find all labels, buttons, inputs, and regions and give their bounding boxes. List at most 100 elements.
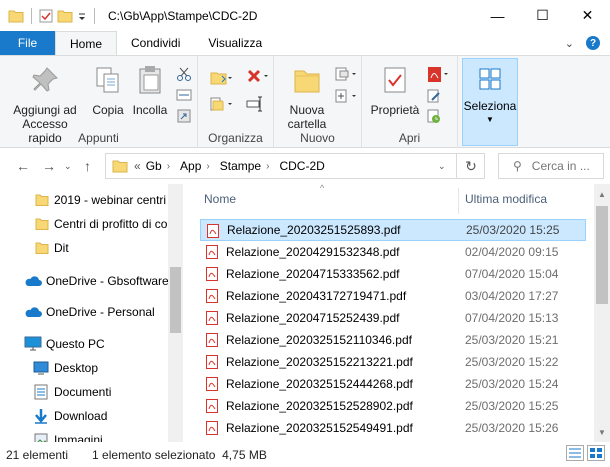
new-folder-icon[interactable] [57, 9, 73, 23]
title-bar: C:\Gb\App\Stampe\CDC-2D — ☐ ✕ [0, 0, 610, 31]
recent-locations-chevron-icon[interactable]: ⌄ [64, 161, 72, 172]
pdf-file-icon [206, 377, 218, 391]
tab-home[interactable]: Home [55, 31, 118, 55]
pdf-file-icon [206, 333, 218, 347]
tab-file[interactable]: File [0, 31, 55, 55]
minimize-button[interactable]: — [475, 0, 520, 31]
paste-shortcut-icon[interactable] [176, 108, 192, 124]
paste-button[interactable]: Incolla [130, 64, 170, 117]
nav-item-onedrive-gbsoftware[interactable]: OneDrive - Gbsoftware [0, 270, 168, 292]
ribbon-tabs: File Home Condividi Visualizza ⌄ ? [0, 31, 610, 55]
breadcrumb-cdc-2d[interactable]: CDC-2D [279, 159, 324, 173]
nav-label: Documenti [54, 385, 112, 399]
pdf-open-icon[interactable] [426, 66, 450, 84]
tab-visualizza[interactable]: Visualizza [194, 31, 276, 55]
details-view-button[interactable] [566, 445, 584, 461]
search-placeholder: Cerca in ... [531, 159, 590, 173]
file-row[interactable]: Relazione_202032515244426​8.pdf 25/03/20… [200, 373, 586, 395]
nav-scrollbar-thumb[interactable] [170, 267, 181, 333]
refresh-button[interactable]: ↻ [456, 153, 485, 179]
file-row[interactable]: Relazione_20203251525893.pdf 25/03/2020 … [200, 219, 586, 241]
navigation-pane: 2019 - webinar centri Centri di profitto… [0, 184, 183, 442]
search-box[interactable]: ⚲ Cerca in ... [498, 153, 604, 179]
copy-button[interactable]: Copia [88, 64, 128, 117]
easy-access-icon[interactable] [334, 88, 358, 104]
chevron-right-icon[interactable]: › [206, 161, 209, 172]
sort-ascending-icon: ^ [320, 184, 325, 193]
file-row[interactable]: Relazione_20204715333562.pdf 07/04/2020 … [200, 263, 586, 285]
breadcrumb-gb[interactable]: Gb [146, 159, 162, 173]
clipboard-icon [139, 66, 161, 94]
edit-icon[interactable] [426, 88, 442, 104]
nav-item-desktop[interactable]: Desktop [0, 357, 168, 379]
maximize-button[interactable]: ☐ [520, 0, 565, 31]
file-name: Relazione_20203251525893.pdf [227, 223, 401, 237]
file-row[interactable]: Relazione_202032515211034​6.pdf 25/03/20… [200, 329, 586, 351]
file-row[interactable]: Relazione_202032515221322​1.pdf 25/03/20… [200, 351, 586, 373]
copy-path-icon[interactable] [176, 88, 192, 102]
delete-icon[interactable] [246, 68, 270, 86]
nav-item-centri-profitto[interactable]: Centri di profitto di co [0, 213, 168, 235]
large-icons-view-button[interactable] [587, 445, 605, 461]
quick-access-toolbar [0, 7, 98, 24]
properties-button[interactable]: Proprietà [368, 64, 422, 117]
nav-item-dit[interactable]: Dit [0, 237, 168, 259]
move-to-icon[interactable] [210, 70, 232, 86]
forward-arrow-icon[interactable]: → [42, 158, 56, 174]
group-appunti: Aggiungi ad Accesso rapido Copia Incolla… [0, 56, 198, 148]
history-icon[interactable] [426, 108, 442, 124]
copy-icon [96, 67, 119, 93]
chevron-right-icon[interactable]: › [266, 161, 269, 172]
group-label-nuovo: Nuovo [300, 131, 335, 145]
help-icon[interactable]: ? [586, 36, 600, 50]
properties-label: Proprietà [370, 103, 420, 117]
column-header-date[interactable]: Ultima modifica [465, 192, 547, 206]
nav-item-onedrive-personal[interactable]: OneDrive - Personal [0, 301, 168, 323]
onedrive-cloud-icon [25, 307, 42, 317]
breadcrumb-overflow[interactable]: « [134, 159, 141, 173]
expand-ribbon-icon[interactable]: ⌄ [565, 37, 574, 50]
pdf-file-icon [206, 289, 218, 303]
pdf-file-icon [206, 267, 218, 281]
up-arrow-icon[interactable]: ↑ [84, 158, 91, 174]
column-header-name[interactable]: Nome [204, 192, 236, 206]
rename-icon[interactable] [246, 96, 264, 112]
copy-label: Copia [92, 103, 124, 117]
breadcrumb-stampe[interactable]: Stampe [220, 159, 261, 173]
copy-to-icon[interactable] [210, 96, 232, 112]
customize-dropdown-icon[interactable] [77, 9, 87, 23]
nav-item-documenti[interactable]: Documenti [0, 381, 168, 403]
scroll-up-icon[interactable]: ▲ [594, 186, 610, 202]
group-seleziona[interactable]: Seleziona ▼ [462, 58, 518, 146]
folder-icon [112, 160, 128, 173]
file-row[interactable]: Relazione_20204291532348.pdf 02/04/2020 … [200, 241, 586, 263]
group-nuovo: Nuova cartella Nuovo [274, 56, 362, 148]
column-divider[interactable] [458, 188, 459, 214]
cut-icon[interactable] [176, 66, 192, 82]
nav-item-questo-pc[interactable]: Questo PC [0, 333, 168, 355]
file-list-scrollbar-thumb[interactable] [596, 206, 608, 304]
nav-label: 2019 - webinar centri [54, 193, 167, 207]
file-row[interactable]: Relazione_202032515254949​1.pdf 25/03/20… [200, 417, 586, 439]
address-bar[interactable]: « Gb › App › Stampe › CDC-2D ⌄ [105, 153, 485, 179]
chevron-right-icon[interactable]: › [167, 161, 170, 172]
file-row[interactable]: Relazione_20204715252439.pdf 07/04/2020 … [200, 307, 586, 329]
address-dropdown-icon[interactable]: ⌄ [438, 161, 446, 172]
scroll-down-icon[interactable]: ▼ [594, 424, 610, 440]
file-list-scrollbar[interactable]: ▲ ▼ [594, 184, 610, 442]
select-grid-icon [479, 68, 501, 90]
new-item-icon[interactable] [334, 66, 358, 82]
nav-item-immagini[interactable]: Immagini [0, 429, 168, 442]
onedrive-cloud-icon [25, 276, 42, 286]
new-folder-button[interactable]: Nuova cartella [280, 64, 334, 131]
back-arrow-icon[interactable]: ← [16, 158, 30, 174]
nav-item-webinar[interactable]: 2019 - webinar centri [0, 189, 168, 211]
file-row[interactable]: Relazione_202032515252890​2.pdf 25/03/20… [200, 395, 586, 417]
breadcrumb-app[interactable]: App [180, 159, 201, 173]
file-date: 07/04/2020 15:04 [465, 267, 559, 281]
close-button[interactable]: ✕ [565, 0, 610, 31]
properties-check-icon[interactable] [39, 9, 53, 23]
nav-item-download[interactable]: Download [0, 405, 168, 427]
tab-condividi[interactable]: Condividi [117, 31, 194, 55]
file-row[interactable]: Relazione_202043172719471.pdf 03/04/2020… [200, 285, 586, 307]
